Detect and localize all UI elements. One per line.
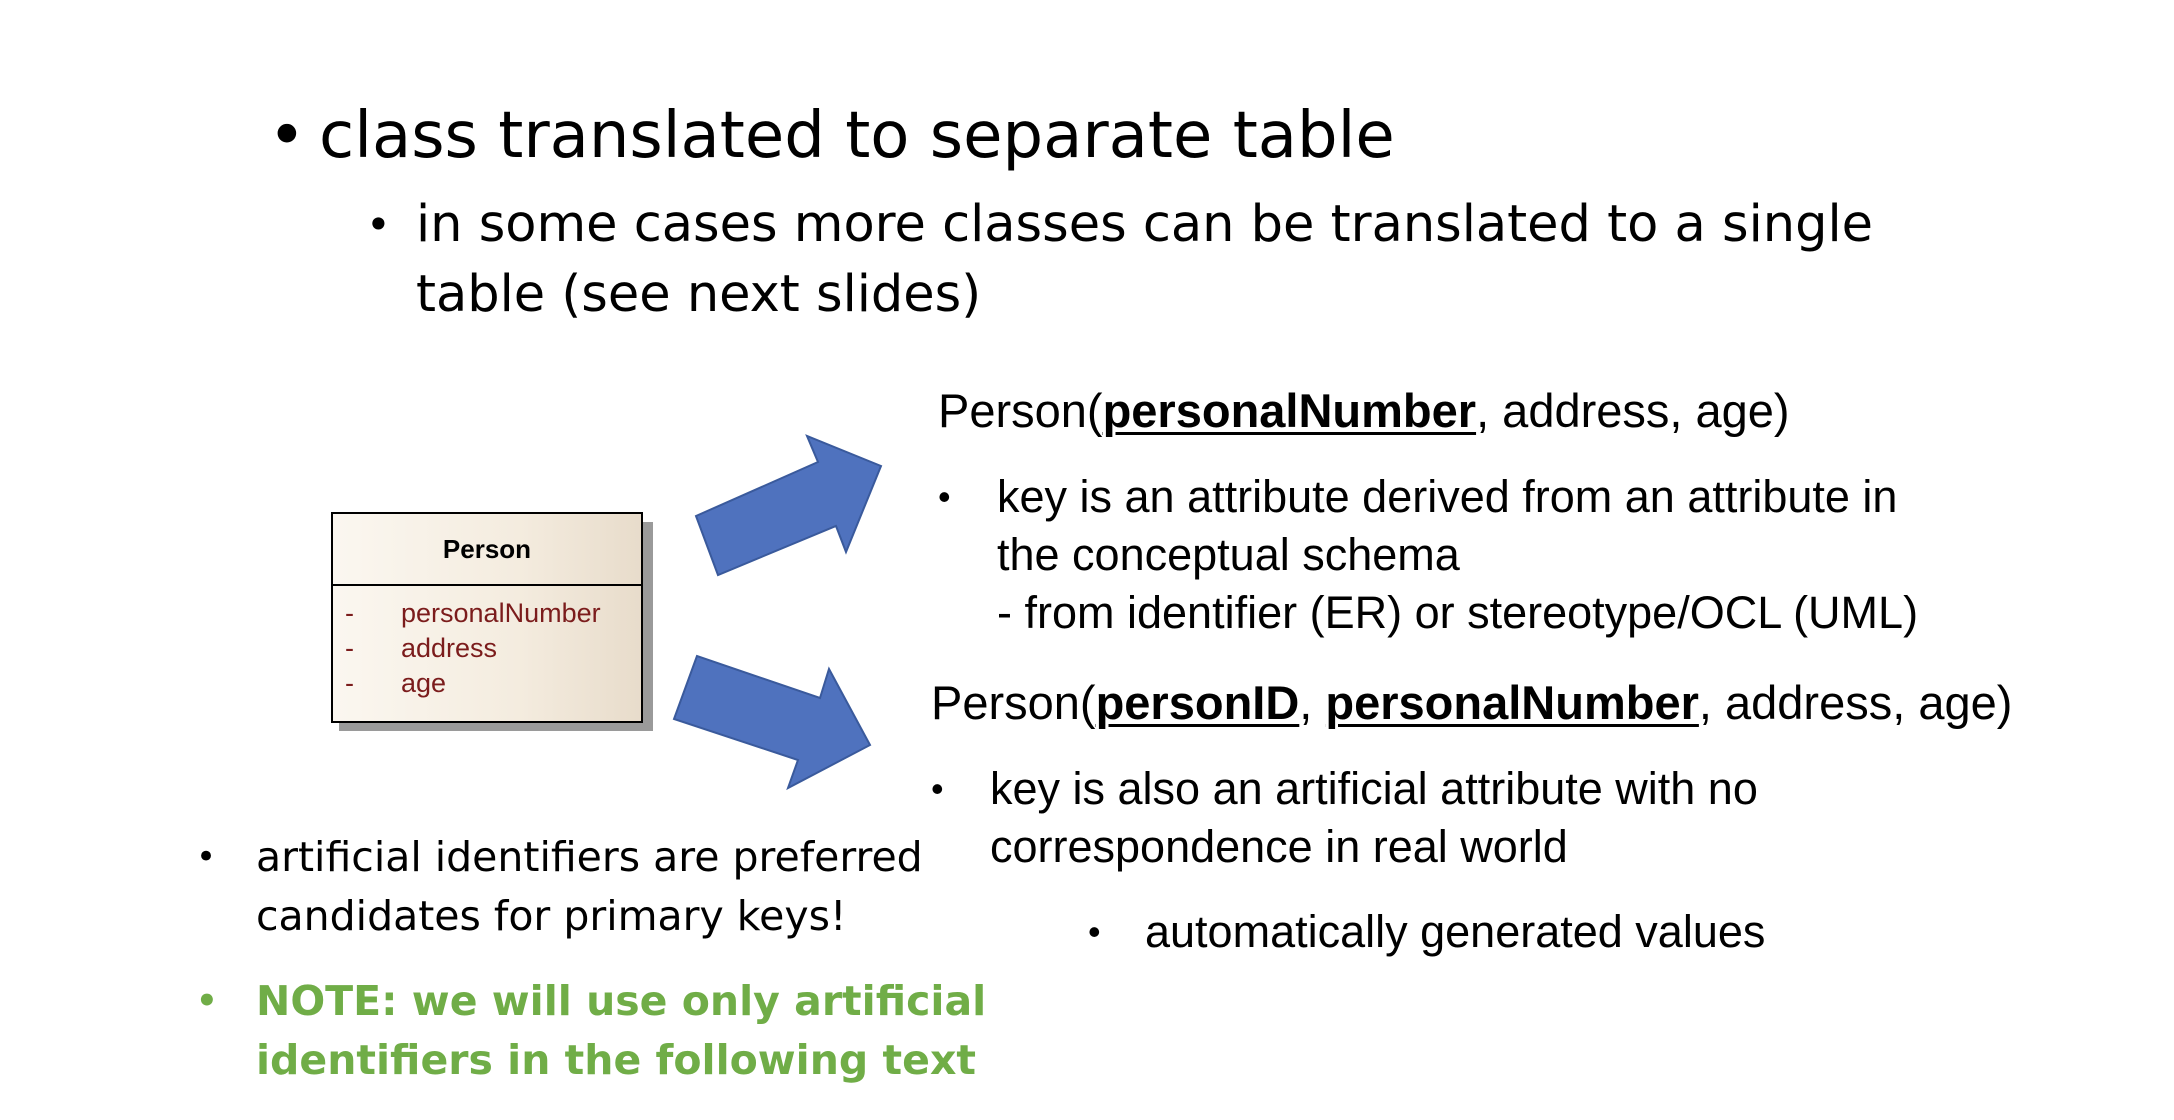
- preference-line-2: candidates for primary keys!: [256, 892, 847, 940]
- preference-line-1: artificial identifiers are preferred: [256, 833, 923, 881]
- bullet-dot: •: [196, 837, 217, 877]
- primary-key: personalNumber: [1325, 676, 1699, 729]
- primary-key: personalNumber: [1102, 384, 1477, 437]
- option1-line-1: key is an attribute derived from an attr…: [997, 471, 1898, 522]
- bullet-dot: •: [938, 476, 951, 517]
- arrow-up-right-icon: [694, 434, 883, 577]
- note-line-1: NOTE: we will use only artificial: [256, 977, 987, 1025]
- relation-prefix: Person(: [938, 384, 1103, 437]
- bullet-dot: •: [196, 981, 218, 1021]
- option2-line-2: correspondence in real world: [990, 821, 1568, 872]
- preference-bullet: • artificial identifiers are preferred c…: [196, 828, 923, 948]
- option1-description: • key is an attribute derived from an at…: [938, 468, 2038, 648]
- note-text: NOTE: we will use only artificial identi…: [256, 972, 986, 1090]
- option2-subpoint-text: automatically generated values: [1145, 906, 1766, 957]
- relation-prefix: Person(: [931, 676, 1096, 729]
- preference-text: artificial identifiers are preferred can…: [256, 828, 923, 946]
- arrow-down-right-icon: [672, 654, 872, 791]
- bullet-dot: •: [1088, 911, 1101, 952]
- relation-schema-2: Person(personID, personalNumber, address…: [931, 675, 2012, 731]
- relation-attributes: , address, age): [1476, 384, 1790, 437]
- option2-text: key is also an artificial attribute with…: [990, 760, 1758, 876]
- bullet-dot: •: [931, 768, 944, 809]
- primary-key: personID: [1095, 676, 1300, 729]
- relation-attributes: , address, age): [1698, 676, 2013, 729]
- option1-line-2: the conceptual schema: [997, 529, 1460, 580]
- option1-text: key is an attribute derived from an attr…: [997, 468, 1918, 642]
- relation-schema-1: Person(personalNumber, address, age): [938, 383, 1790, 439]
- option1-line-3: - from identifier (ER) or stereotype/OCL…: [997, 587, 1919, 638]
- separator: ,: [1299, 676, 1326, 729]
- option2-subpoint: • automatically generated values: [1088, 903, 1988, 963]
- option2-line-1: key is also an artificial attribute with…: [990, 763, 1758, 814]
- option2-description: • key is also an artificial attribute wi…: [931, 760, 2031, 880]
- note-line-2: identifiers in the following text: [256, 1036, 977, 1084]
- note-bullet: • NOTE: we will use only artificial iden…: [196, 972, 986, 1092]
